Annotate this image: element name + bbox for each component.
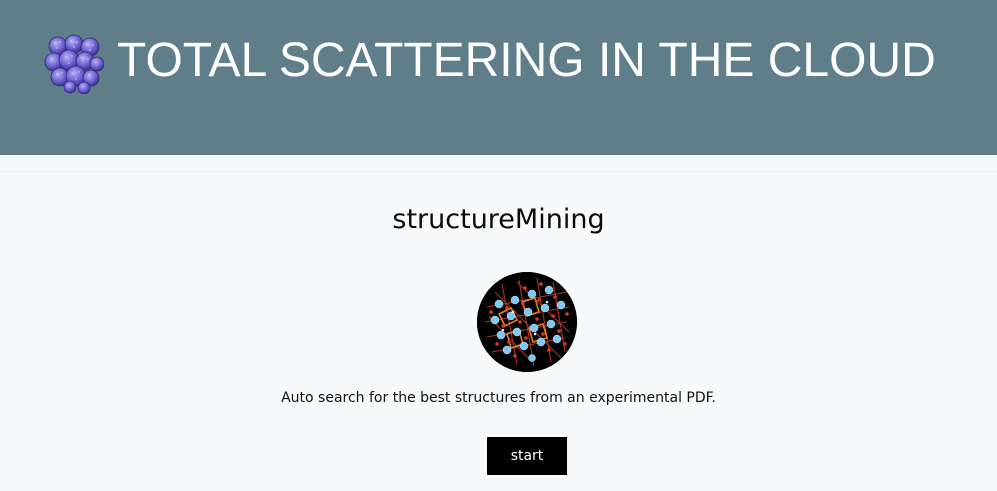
page-header: TOTAL SCATTERING IN THE CLOUD (0, 0, 997, 155)
app-title: structureMining (392, 204, 605, 235)
header-divider (0, 155, 997, 172)
crystal-structure-icon (477, 272, 577, 372)
molecule-cluster-icon (44, 34, 104, 94)
site-title: TOTAL SCATTERING IN THE CLOUD (117, 34, 936, 87)
app-description: Auto search for the best structures from… (281, 390, 716, 406)
app-card: structureMining Auto search for the best… (0, 172, 997, 491)
start-button[interactable]: start (487, 437, 567, 475)
